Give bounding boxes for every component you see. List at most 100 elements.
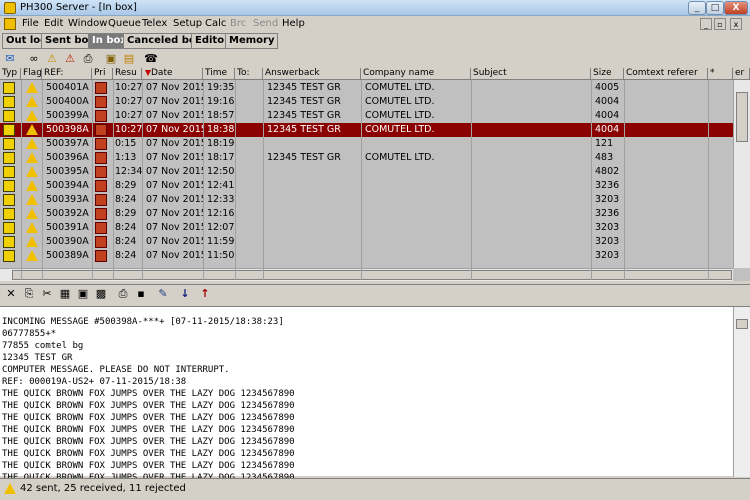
warning-flag-icon [26, 124, 38, 135]
grid-icon[interactable]: ▩ [94, 287, 108, 301]
binoculars-icon[interactable]: ∞ [27, 52, 41, 66]
mdi-minimize-button[interactable]: _ [700, 18, 712, 30]
message-type-icon [3, 82, 15, 94]
column-header-priority[interactable]: Pri [92, 68, 113, 80]
column-header-er[interactable]: er [733, 68, 750, 80]
menu-telex[interactable]: Telex [142, 18, 167, 29]
message-type-icon [3, 166, 15, 178]
menu-help[interactable]: Help [282, 18, 305, 29]
grid-line [263, 80, 264, 280]
column-header-type[interactable]: Typ [0, 68, 21, 80]
answerback-cell [265, 249, 361, 263]
menu-queue[interactable]: Queue [108, 18, 141, 29]
menu-edit[interactable]: Edit [44, 18, 63, 29]
grid-line [591, 80, 592, 280]
column-header-flag[interactable]: Flag [21, 68, 42, 80]
date-cell: 07 Nov 2015 [146, 208, 203, 219]
result-cell: 10:27 [115, 110, 142, 121]
select-all-icon[interactable]: ▣ [76, 287, 90, 301]
scroll-thumb[interactable] [736, 92, 748, 142]
pen-icon[interactable]: ✎ [156, 287, 170, 301]
warning-flag-icon [26, 236, 38, 247]
ref-cell: 500395A [46, 166, 89, 177]
menu-setup[interactable]: Setup [173, 18, 202, 29]
title-bar: PH300 Server - [In box] _ □ X [0, 0, 750, 16]
minimize-button[interactable]: _ [688, 1, 706, 15]
delete-warning-icon[interactable]: ⚠ [63, 52, 77, 66]
column-header-to[interactable]: To: [235, 68, 263, 80]
print-preview-icon[interactable]: ▣ [104, 52, 118, 66]
column-header-comtext-referer[interactable]: Comtext referer [624, 68, 708, 80]
menu-file[interactable]: File [22, 18, 39, 29]
warning-flag-icon [26, 110, 38, 121]
app-icon [4, 2, 16, 14]
table-vertical-scrollbar[interactable] [733, 80, 750, 268]
answerback-cell [265, 193, 361, 207]
grid-line [92, 80, 93, 280]
document-icon[interactable] [4, 18, 16, 30]
mdi-close-button[interactable]: x [730, 18, 742, 30]
copy-icon[interactable]: ⎘ [22, 287, 36, 301]
result-cell: 10:27 [115, 82, 142, 93]
print-icon[interactable]: ⎙ [116, 287, 130, 301]
column-header-extra[interactable]: * [708, 68, 733, 80]
menu-window[interactable]: Window [68, 18, 107, 29]
answerback-cell: 12345 TEST GR [267, 96, 341, 107]
column-header-size[interactable]: Size [591, 68, 624, 80]
close-x-icon[interactable]: ✕ [4, 287, 18, 301]
scissors-icon[interactable]: ✂ [40, 287, 54, 301]
column-header-time[interactable]: Time [203, 68, 235, 80]
close-button[interactable]: X [724, 1, 748, 15]
time-cell: 18:38 [207, 124, 235, 135]
warning-alert-icon[interactable]: ⚠ [45, 52, 59, 66]
date-cell: 07 Nov 2015 [146, 180, 203, 191]
column-header-date[interactable]: Date [142, 68, 203, 80]
mail-icon[interactable]: ✉ [3, 52, 17, 66]
phone-icon[interactable]: ☎ [144, 52, 158, 66]
size-cell: 4004 [595, 96, 620, 107]
size-cell: 3203 [595, 236, 620, 247]
message-type-icon [3, 208, 15, 220]
time-cell: 19:35 [207, 82, 235, 93]
column-header-result[interactable]: Resu [113, 68, 142, 80]
date-cell: 07 Nov 2015 [146, 124, 203, 135]
ref-cell: 500393A [46, 194, 89, 205]
size-cell: 4004 [595, 124, 620, 135]
message-vertical-scrollbar[interactable] [733, 307, 750, 477]
paste-icon[interactable]: ▦ [58, 287, 72, 301]
message-line: THE QUICK BROWN FOX JUMPS OVER THE LAZY … [2, 461, 295, 471]
save-icon[interactable]: ▪ [134, 287, 148, 301]
priority-icon [95, 124, 107, 136]
maximize-button[interactable]: □ [706, 1, 724, 15]
size-cell: 3236 [595, 208, 620, 219]
message-type-icon [3, 236, 15, 248]
message-line: THE QUICK BROWN FOX JUMPS OVER THE LAZY … [2, 401, 295, 411]
priority-icon [95, 194, 107, 206]
priority-icon [95, 138, 107, 150]
result-cell: 0:15 [115, 138, 137, 149]
menu-calc[interactable]: Calc [205, 18, 226, 29]
column-header-ref[interactable]: REF: [42, 68, 92, 80]
copy-folder-icon[interactable]: ▤ [122, 52, 136, 66]
ref-cell: 500389A [46, 250, 89, 261]
company-cell [363, 179, 471, 193]
column-header-answerback[interactable]: Answerback [263, 68, 361, 80]
column-header-subject[interactable]: Subject [471, 68, 591, 80]
message-line: 12345 TEST GR [2, 353, 73, 363]
column-header-company-name[interactable]: Company name [361, 68, 471, 80]
tab-memory[interactable]: Memory [225, 33, 279, 49]
scroll-thumb[interactable] [736, 319, 748, 329]
mdi-restore-button[interactable]: ▫ [714, 18, 726, 30]
result-cell: 8:29 [115, 180, 137, 191]
result-cell: 10:27 [115, 96, 142, 107]
message-preview[interactable]: INCOMING MESSAGE #500398A-***+ [07-11-20… [0, 306, 750, 495]
warning-flag-icon [26, 152, 38, 163]
print-icon[interactable]: ⎙ [81, 52, 95, 66]
arrow-up-icon[interactable]: ↑ [198, 287, 212, 301]
message-type-icon [3, 180, 15, 192]
company-cell: COMUTEL LTD. [365, 152, 435, 163]
date-cell: 07 Nov 2015 [146, 194, 203, 205]
arrow-down-icon[interactable]: ↓ [178, 287, 192, 301]
priority-icon [95, 110, 107, 122]
priority-icon [95, 96, 107, 108]
